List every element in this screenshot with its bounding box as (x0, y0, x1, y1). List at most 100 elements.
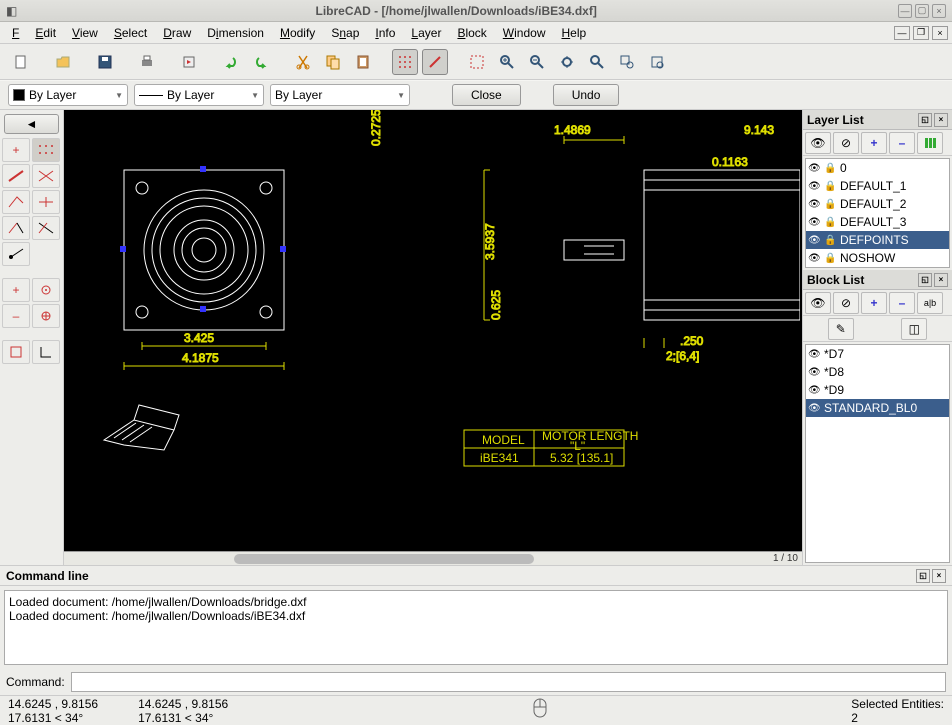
undo-button-toolbar[interactable]: Undo (553, 84, 620, 106)
zoom-redraw-button[interactable] (464, 49, 490, 75)
block-close-button[interactable]: × (934, 273, 948, 287)
tool-dim-plus[interactable]: + (2, 138, 30, 162)
block-rename-button[interactable]: a|b (917, 292, 943, 314)
layer-edit-button[interactable] (917, 132, 943, 154)
layer-list[interactable]: 👁🔒0👁🔒DEFAULT_1👁🔒DEFAULT_2👁🔒DEFAULT_3👁🔒DE… (805, 158, 950, 268)
command-output[interactable]: Loaded document: /home/jlwallen/Download… (4, 590, 948, 665)
block-add-button[interactable]: + (861, 292, 887, 314)
main-toolbar (0, 44, 952, 80)
layer-row[interactable]: 👁🔒DEFPOINTS (806, 231, 949, 249)
maximize-button[interactable]: ▢ (915, 4, 929, 18)
block-undock-button[interactable]: ◱ (918, 273, 932, 287)
redo-button[interactable] (248, 49, 274, 75)
menu-help[interactable]: Help (553, 24, 594, 42)
copy-button[interactable] (320, 49, 346, 75)
tool-line-red[interactable] (2, 164, 30, 188)
layer-row[interactable]: 👁🔒NOSHOW (806, 249, 949, 267)
menu-block[interactable]: Block (449, 24, 494, 42)
status-rel-polar: 17.6131 < 34° (138, 711, 228, 725)
new-button[interactable] (8, 49, 34, 75)
cmd-undock-button[interactable]: ◱ (916, 569, 930, 583)
menu-file[interactable]: F (4, 24, 27, 42)
export-button[interactable] (176, 49, 202, 75)
block-list[interactable]: 👁*D7👁*D8👁*D9👁STANDARD_BL0 (805, 344, 950, 563)
print-button[interactable] (134, 49, 160, 75)
dim-9143: 9.143 (744, 123, 774, 137)
tool-arc-black[interactable] (32, 216, 60, 240)
mdi-close-button[interactable]: × (932, 26, 948, 40)
menu-modify[interactable]: Modify (272, 24, 323, 42)
tool-snap2[interactable] (32, 340, 60, 364)
block-row[interactable]: 👁*D9 (806, 381, 949, 399)
zoom-auto-button[interactable] (554, 49, 580, 75)
canvas[interactable]: 3.425 4.1875 0.2725 3.5937 0.625 1.4869 … (64, 110, 802, 565)
back-button[interactable]: ◄ (4, 114, 59, 134)
zoom-prev-button[interactable] (584, 49, 610, 75)
minimize-button[interactable]: — (898, 4, 912, 18)
tool-target[interactable] (32, 278, 60, 302)
menu-info[interactable]: Info (367, 24, 403, 42)
menu-view[interactable]: View (64, 24, 106, 42)
save-button[interactable] (92, 49, 118, 75)
zoom-out-button[interactable] (524, 49, 550, 75)
layer-row[interactable]: 👁🔒DEFAULT_2 (806, 195, 949, 213)
tool-target2[interactable] (32, 304, 60, 328)
tool-line-cross[interactable] (32, 190, 60, 214)
linewidth-combo[interactable]: By Layer ▼ (134, 84, 264, 106)
tool-dot[interactable] (2, 242, 30, 266)
menu-dimension[interactable]: Dimension (199, 24, 272, 42)
block-edit-button[interactable]: ✎ (828, 318, 854, 340)
menu-layer[interactable]: Layer (403, 24, 449, 42)
mdi-restore-button[interactable]: ❐ (913, 26, 929, 40)
grid-button[interactable] (392, 49, 418, 75)
zoom-pan-button[interactable] (644, 49, 670, 75)
layer-undock-button[interactable]: ◱ (918, 113, 932, 127)
status-abs-polar: 17.6131 < 34° (8, 711, 98, 725)
zoom-in-button[interactable] (494, 49, 520, 75)
command-input[interactable] (71, 672, 946, 692)
layer-row[interactable]: 👁🔒0 (806, 159, 949, 177)
tool-hatch[interactable] (32, 138, 60, 162)
dim-3425: 3.425 (184, 331, 214, 345)
tool-arc-red[interactable] (2, 216, 30, 240)
block-remove-button[interactable]: – (889, 292, 915, 314)
close-button[interactable]: × (932, 4, 946, 18)
color-combo[interactable]: By Layer ▼ (8, 84, 128, 106)
dim-264: 2;[6,4] (666, 349, 699, 363)
open-button[interactable] (50, 49, 76, 75)
layer-hide-all-button[interactable]: ⊘ (833, 132, 859, 154)
layer-row[interactable]: 👁🔒DEFAULT_3 (806, 213, 949, 231)
layer-remove-button[interactable]: – (889, 132, 915, 154)
block-show-all-button[interactable]: 👁 (805, 292, 831, 314)
zoom-window-button[interactable] (614, 49, 640, 75)
layer-show-all-button[interactable]: 👁 (805, 132, 831, 154)
undo-button[interactable] (218, 49, 244, 75)
menu-edit[interactable]: Edit (27, 24, 64, 42)
tool-minus[interactable]: – (2, 304, 30, 328)
layer-add-button[interactable]: + (861, 132, 887, 154)
block-row[interactable]: 👁STANDARD_BL0 (806, 399, 949, 417)
layer-row[interactable]: 👁🔒DEFAULT_1 (806, 177, 949, 195)
menu-snap[interactable]: Snap (323, 24, 367, 42)
horizontal-scrollbar[interactable] (64, 551, 802, 565)
cut-button[interactable] (290, 49, 316, 75)
draft-button[interactable] (422, 49, 448, 75)
block-insert-button[interactable]: ◫ (901, 318, 927, 340)
linetype-combo[interactable]: By Layer ▼ (270, 84, 410, 106)
menu-draw[interactable]: Draw (155, 24, 199, 42)
paste-button[interactable] (350, 49, 376, 75)
menu-select[interactable]: Select (106, 24, 155, 42)
mdi-minimize-button[interactable]: — (894, 26, 910, 40)
layer-close-button[interactable]: × (934, 113, 948, 127)
tool-line-red2[interactable] (32, 164, 60, 188)
tool-plus[interactable]: + (2, 278, 30, 302)
close-button-toolbar[interactable]: Close (452, 84, 521, 106)
block-hide-all-button[interactable]: ⊘ (833, 292, 859, 314)
cmd-close-button[interactable]: × (932, 569, 946, 583)
menu-window[interactable]: Window (495, 24, 554, 42)
status-rel-coords: 14.6245 , 9.8156 (138, 697, 228, 711)
tool-snap1[interactable] (2, 340, 30, 364)
block-row[interactable]: 👁*D7 (806, 345, 949, 363)
tool-line-ang[interactable] (2, 190, 30, 214)
block-row[interactable]: 👁*D8 (806, 363, 949, 381)
